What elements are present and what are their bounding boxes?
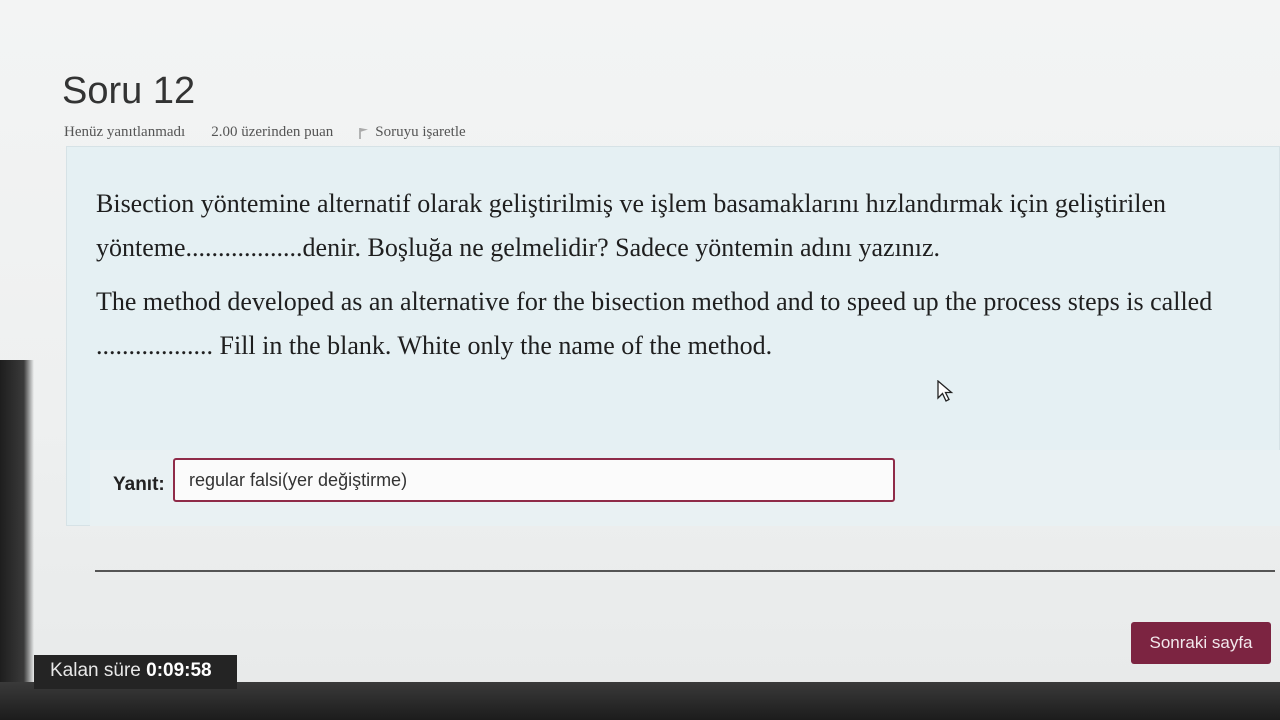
question-text: Bisection yöntemine alternatif olarak ge… bbox=[96, 182, 1271, 368]
question-status: Henüz yanıtlanmadı bbox=[64, 124, 186, 140]
answer-input[interactable] bbox=[173, 458, 895, 502]
timer-value: 0:09:58 bbox=[146, 660, 212, 681]
question-text-en: The method developed as an alternative f… bbox=[96, 287, 1213, 360]
question-title: Soru 12 bbox=[62, 70, 196, 112]
timer-label: Kalan süre bbox=[50, 660, 141, 681]
flag-question-label: Soruyu işaretle bbox=[375, 124, 466, 140]
flag-question-link[interactable]: Soruyu işaretle bbox=[359, 124, 466, 141]
divider bbox=[95, 570, 1275, 572]
screen: Soru 12 Henüz yanıtlanmadı 2.00 üzerinde… bbox=[0, 0, 1280, 690]
remaining-time: Kalan süre 0:09:58 bbox=[34, 655, 237, 689]
question-info: Henüz yanıtlanmadı 2.00 üzerinden puan S… bbox=[64, 124, 466, 141]
flag-icon bbox=[359, 127, 369, 139]
mouse-cursor-icon bbox=[937, 380, 954, 402]
next-page-button[interactable]: Sonraki sayfa bbox=[1131, 622, 1271, 664]
question-text-tr: Bisection yöntemine alternatif olarak ge… bbox=[96, 189, 1167, 262]
monitor-bezel-left bbox=[0, 360, 34, 690]
answer-label: Yanıt: bbox=[113, 474, 165, 495]
question-points: 2.00 üzerinden puan bbox=[211, 124, 334, 140]
